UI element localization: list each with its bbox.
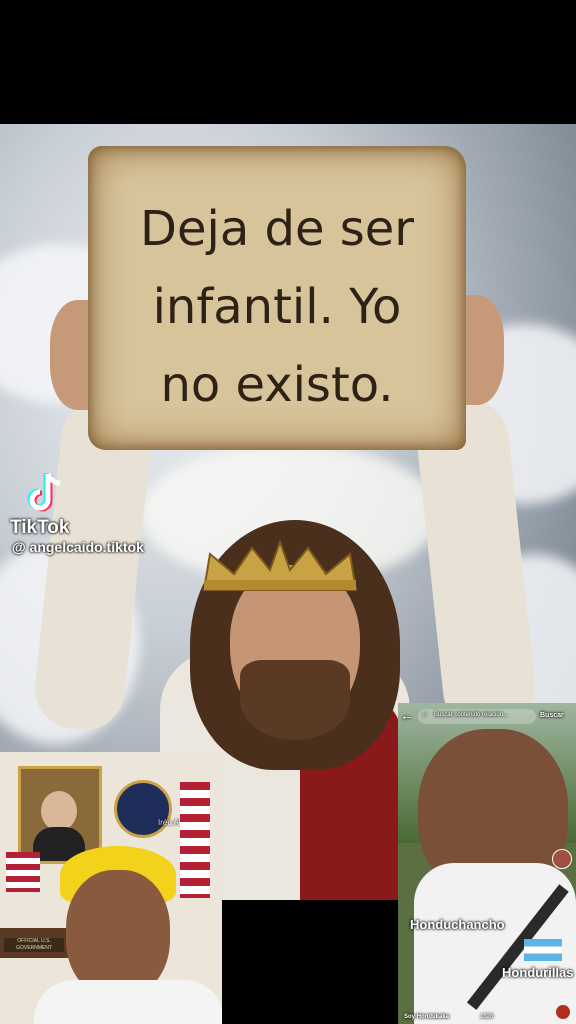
avatar[interactable] bbox=[552, 849, 572, 869]
sign-line-2: infantil. Yo bbox=[152, 279, 402, 335]
inset-video-left[interactable]: Iréu Al OFFICIAL U.S. GOVERNMENT bbox=[0, 752, 222, 1024]
tiktok-watermark-username: @ angelcaido.tiktok bbox=[12, 539, 144, 555]
sign-text: Deja de ser infantil. Yo no existo. bbox=[95, 190, 459, 424]
nameplate: OFFICIAL U.S. GOVERNMENT bbox=[4, 938, 64, 952]
back-arrow-icon[interactable]: ← bbox=[400, 707, 414, 723]
beard bbox=[240, 660, 350, 740]
search-icon: ○ bbox=[422, 710, 427, 719]
sound-avatar[interactable] bbox=[556, 1005, 570, 1019]
honduras-flag bbox=[524, 939, 562, 961]
bottom-count: 1328 bbox=[480, 1014, 494, 1020]
search-button[interactable]: Buscar bbox=[540, 712, 564, 719]
us-flag-right bbox=[180, 782, 210, 898]
inset-video-right[interactable]: ← ○ Buscar contenido relacion... Buscar … bbox=[398, 703, 576, 1024]
crown-icon bbox=[202, 540, 358, 591]
tiktok-logo-icon bbox=[27, 472, 61, 512]
sign-line-1: Deja de ser bbox=[139, 201, 415, 257]
bottom-username[interactable]: Soy Hondukaka bbox=[404, 1014, 449, 1020]
caption-honduchancho: Honduchancho bbox=[410, 917, 505, 932]
inset-overlay-text: Iréu Al bbox=[158, 818, 181, 827]
black-area bbox=[222, 900, 398, 1024]
white-shirt bbox=[34, 980, 222, 1024]
official-seal-icon bbox=[114, 780, 172, 838]
us-flag-left bbox=[6, 852, 40, 892]
search-bar[interactable]: ← ○ Buscar contenido relacion... Buscar bbox=[398, 705, 576, 729]
search-placeholder: Buscar contenido relacion... bbox=[434, 712, 509, 718]
search-input[interactable]: ○ Buscar contenido relacion... bbox=[418, 709, 536, 724]
laughing-face bbox=[66, 870, 170, 998]
sign-line-3: no existo. bbox=[160, 357, 394, 413]
caption-hondurillas: Hondurillas bbox=[502, 965, 574, 980]
tiktok-watermark-name: TikTok bbox=[10, 517, 70, 538]
